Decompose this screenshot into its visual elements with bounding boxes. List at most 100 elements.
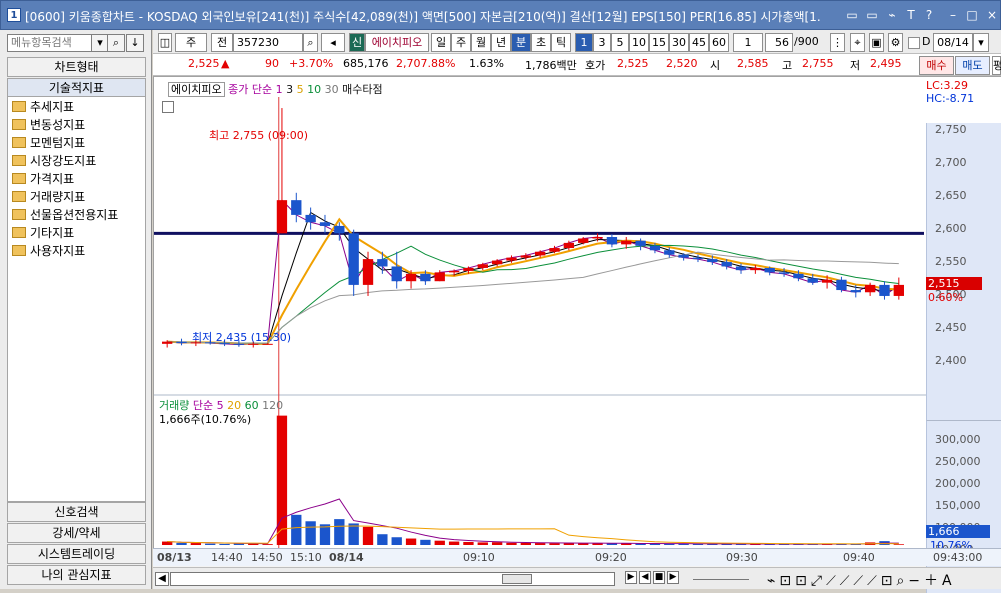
window-title: [0600] 키움종합차트 - KOSDAQ 외국인보유[241(천)] 주식수… [25, 10, 821, 24]
settings-icon[interactable]: ⚙ [888, 33, 903, 52]
candle-body-23 [491, 260, 503, 265]
folder-icon [12, 245, 26, 256]
minute-30[interactable]: 30 [669, 33, 689, 52]
next-icon[interactable]: ▶ [667, 571, 679, 584]
candle-body-11 [319, 222, 331, 226]
candle-body-9 [291, 200, 302, 215]
period-tick[interactable]: 틱 [551, 33, 571, 52]
speaker-icon[interactable]: ◂ [321, 33, 345, 52]
folder-icon [12, 137, 26, 148]
tree-item-price[interactable]: 가격지표 [12, 171, 74, 188]
speed-slider[interactable] [693, 574, 749, 580]
zoom-icon[interactable]: ⋮ [830, 33, 845, 52]
minute-45[interactable]: 45 [689, 33, 709, 52]
text-icon[interactable]: T [903, 8, 919, 23]
price-tick-2650: 2,650 [935, 189, 967, 202]
time-axis: 08/13 14:40 14:50 15:10 08/14 09:10 09:2… [153, 548, 1001, 566]
period-mode-select[interactable]: 주 [175, 33, 207, 52]
tab-system-trading[interactable]: 시스템트레이딩 [7, 544, 146, 564]
volume-bar-26 [535, 543, 546, 545]
high-label: 고 [782, 59, 793, 72]
tree-item-futures[interactable]: 선물옵션전용지표 [12, 207, 118, 224]
period-second[interactable]: 초 [531, 33, 551, 52]
tab-strength[interactable]: 강세/약세 [7, 523, 146, 543]
minute-1[interactable]: 1 [575, 33, 593, 52]
tree-item-trend[interactable]: 추세지표 [12, 99, 74, 116]
time-label-1450: 14:50 [251, 551, 283, 564]
tree-item-market-strength[interactable]: 시장강도지표 [12, 153, 96, 170]
save-icon[interactable]: ▣ [869, 33, 884, 52]
download-icon[interactable]: ↓ [126, 34, 144, 52]
period-week[interactable]: 주 [451, 33, 471, 52]
candle-body-35 [664, 250, 675, 255]
count-input[interactable]: 56 [765, 33, 793, 52]
tab-technical-indicators[interactable]: 기술적지표 [7, 78, 146, 98]
volume-bar-2 [190, 543, 202, 545]
stop-icon[interactable]: ■ [653, 571, 665, 584]
time-label-current: 09:43:00 [933, 551, 983, 564]
period-month[interactable]: 월 [471, 33, 491, 52]
period-year[interactable]: 년 [491, 33, 511, 52]
candle-body-28 [563, 242, 575, 249]
time-label-0930: 09:30 [726, 551, 758, 564]
minute-60[interactable]: 60 [709, 33, 729, 52]
time-label-0940: 09:40 [843, 551, 875, 564]
time-label-1510: 15:10 [290, 551, 322, 564]
tree-item-user[interactable]: 사용자지표 [12, 243, 85, 260]
eval-button[interactable]: 평 [992, 56, 1001, 75]
scroll-thumb[interactable] [502, 574, 532, 584]
signal-badge[interactable]: 신 [349, 33, 365, 52]
chart-type-icon[interactable]: ◫ [158, 33, 172, 52]
minute-5[interactable]: 5 [611, 33, 629, 52]
volume-tick-200000: 200,000 [935, 477, 981, 490]
tab-my-indicators[interactable]: 나의 관심지표 [7, 565, 146, 585]
period-minute[interactable]: 분 [511, 33, 531, 52]
crosshair-icon[interactable]: ⌖ [850, 33, 865, 52]
bid-price: 2,520 [666, 57, 698, 70]
current-price: 2,525 [188, 57, 220, 70]
menu-search-input[interactable]: 메뉴항목검색 [7, 34, 103, 52]
tree-item-other[interactable]: 기타지표 [12, 225, 74, 242]
maximize-icon[interactable]: □ [964, 8, 980, 23]
grid-toggle-icon[interactable] [162, 101, 174, 113]
legend-ma-1: 1 [275, 83, 283, 96]
minute-3[interactable]: 3 [593, 33, 611, 52]
tree-item-volatility[interactable]: 변동성지표 [12, 117, 85, 134]
turnover-rate: 1.63% [469, 57, 504, 70]
minute-15[interactable]: 15 [649, 33, 669, 52]
volume-bar-29 [578, 543, 589, 545]
stock-code-input[interactable]: 357230 [233, 33, 303, 52]
checkbox-d[interactable] [908, 37, 920, 49]
chart-area[interactable]: 에이치피오 종가 단순 1 3 5 10 30 매수타점 최고 2,755 (0… [153, 76, 1001, 593]
copy-icon[interactable]: ▭ [864, 8, 880, 23]
search-icon[interactable]: ⌕ [303, 33, 318, 52]
period-day[interactable]: 일 [431, 33, 451, 52]
search-icon[interactable]: ⌕ [107, 34, 125, 52]
folder-icon [12, 209, 26, 220]
buy-button[interactable]: 매수 [919, 56, 954, 75]
market-button[interactable]: 전 [211, 33, 233, 52]
legend-buy-point: 매수타점 [342, 83, 383, 96]
tab-signal-search[interactable]: 신호검색 [7, 502, 146, 522]
interval-select[interactable]: 1 [733, 33, 763, 52]
calendar-icon[interactable]: ▾ [973, 33, 989, 52]
tree-item-momentum[interactable]: 모멘텀지표 [12, 135, 85, 152]
scroll-left-icon[interactable]: ◀ [155, 572, 169, 586]
previous-icon[interactable]: ◀ [639, 571, 651, 584]
close-icon[interactable]: × [984, 8, 1000, 23]
candle-body-29 [578, 238, 589, 243]
play-icon[interactable]: ▶ [625, 571, 637, 584]
restore-icon[interactable]: ▭ [844, 8, 860, 23]
drawing-tools[interactable]: ⌁⊡⊡⤢⟋⟋⟋⟋⊡⌕−＋A [767, 570, 956, 590]
pin-icon[interactable]: ⌁ [884, 8, 900, 23]
sell-button[interactable]: 매도 [955, 56, 990, 75]
candle-body-33 [635, 240, 646, 246]
minimize-icon[interactable]: – [945, 8, 961, 23]
help-icon[interactable]: ? [921, 8, 937, 23]
folder-icon [12, 119, 26, 130]
date-input[interactable]: 08/14 [933, 33, 973, 52]
minute-10[interactable]: 10 [629, 33, 649, 52]
tree-item-volume[interactable]: 거래량지표 [12, 189, 85, 206]
horizontal-scrollbar[interactable] [170, 572, 615, 586]
tab-chart-type[interactable]: 차트형태 [7, 57, 146, 77]
